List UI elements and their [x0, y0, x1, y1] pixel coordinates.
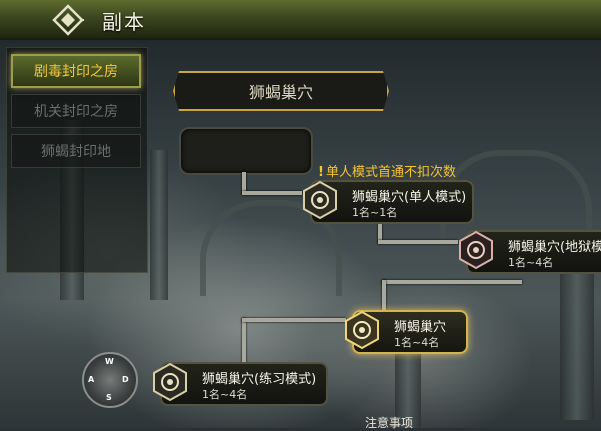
path-line — [378, 240, 458, 244]
wasd-compass: W A D S — [82, 352, 138, 408]
scorpion-emblem-icon — [345, 310, 379, 350]
path-line — [382, 280, 386, 314]
node-player-count: 1名~4名 — [394, 336, 440, 349]
scorpion-emblem-icon — [459, 230, 493, 270]
node-name: 狮蝎巢穴(练习模式) — [202, 372, 317, 387]
node-player-count: 1名~1名 — [352, 206, 398, 219]
node-player-count: 1名~4名 — [202, 388, 248, 401]
compass-a: A — [88, 375, 95, 384]
ruin-pillar — [150, 150, 168, 300]
diamond-emblem-icon — [52, 4, 84, 36]
dungeon-category-panel: 剧毒封印之房 机关封印之房 狮蝎封印地 — [6, 47, 148, 273]
path-line — [382, 280, 522, 284]
path-line — [242, 191, 302, 195]
compass-s: S — [106, 393, 112, 402]
node-name: 狮蝎巢穴(单人模式) — [352, 190, 467, 205]
node-normal-mode[interactable]: 狮蝎巢穴 1名~4名 — [345, 310, 468, 354]
node-hell-mode[interactable]: 狮蝎巢穴(地狱模 1名~4名 — [459, 230, 601, 274]
empty-slot — [179, 127, 313, 175]
tab-mechanism-seal-room[interactable]: 机关封印之房 — [11, 94, 141, 128]
exclamation-icon: ! — [318, 165, 324, 180]
compass-d: D — [122, 375, 129, 384]
notice-label: 单人模式首通不扣次数 — [325, 165, 456, 180]
dungeon-title: 狮蝎巢穴 — [173, 71, 389, 111]
node-solo-mode[interactable]: 狮蝎巢穴(单人模式) 1名~1名 — [303, 180, 474, 224]
compass-w: W — [105, 357, 114, 366]
node-player-count: 1名~4名 — [508, 256, 554, 269]
ruin-pillar — [560, 260, 594, 420]
notice-text: ! 单人模式首通不扣次数 — [318, 161, 456, 180]
node-name: 狮蝎巢穴(地狱模 — [508, 240, 601, 255]
path-line — [242, 318, 346, 322]
scorpion-emblem-icon — [153, 362, 187, 402]
scorpion-emblem-icon — [303, 180, 337, 220]
node-practice-mode[interactable]: 狮蝎巢穴(练习模式) 1名~4名 — [153, 362, 328, 406]
node-name: 狮蝎巢穴 — [394, 320, 447, 335]
tab-scorpion-seal-land[interactable]: 狮蝎封印地 — [11, 134, 141, 168]
notes-link[interactable]: 注意事项 — [365, 414, 413, 431]
tab-poison-seal-room[interactable]: 剧毒封印之房 — [11, 54, 141, 88]
title-bar: 副本 — [0, 0, 601, 40]
page-title: 副本 — [102, 10, 146, 34]
